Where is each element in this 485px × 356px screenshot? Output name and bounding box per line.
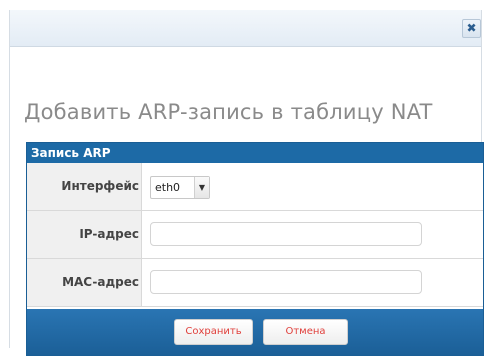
interface-select-value: eth0: [155, 181, 181, 194]
mac-label: MAC-адрес: [27, 259, 142, 306]
dialog: ✖ Добавить ARP-запись в таблицу NAT Запи…: [9, 10, 484, 356]
ip-row: IP-адрес: [27, 211, 483, 259]
interface-row: Интерфейс eth0 ▼: [27, 163, 483, 211]
save-button[interactable]: Сохранить: [174, 319, 253, 345]
dialog-heading: Добавить ARP-запись в таблицу NAT: [24, 100, 433, 124]
mac-address-input[interactable]: [150, 270, 422, 294]
ip-label: IP-адрес: [27, 211, 142, 258]
interface-label: Интерфейс: [27, 163, 142, 210]
panel-footer: Сохранить Отмена: [27, 309, 483, 355]
mac-value-cell: [142, 259, 483, 306]
interface-value-cell: eth0 ▼: [142, 163, 483, 210]
close-icon[interactable]: ✖: [462, 19, 481, 38]
interface-select[interactable]: eth0 ▼: [150, 176, 210, 199]
ip-address-input[interactable]: [150, 222, 422, 246]
arp-entry-panel: Запись ARP Интерфейс eth0 ▼ IP-адрес MAC…: [26, 142, 484, 356]
panel-title: Запись ARP: [27, 143, 483, 163]
cancel-button[interactable]: Отмена: [263, 319, 348, 345]
chevron-down-icon[interactable]: ▼: [194, 177, 209, 198]
dialog-titlebar: ✖: [10, 10, 481, 47]
ip-value-cell: [142, 211, 483, 258]
mac-row: MAC-адрес: [27, 259, 483, 307]
